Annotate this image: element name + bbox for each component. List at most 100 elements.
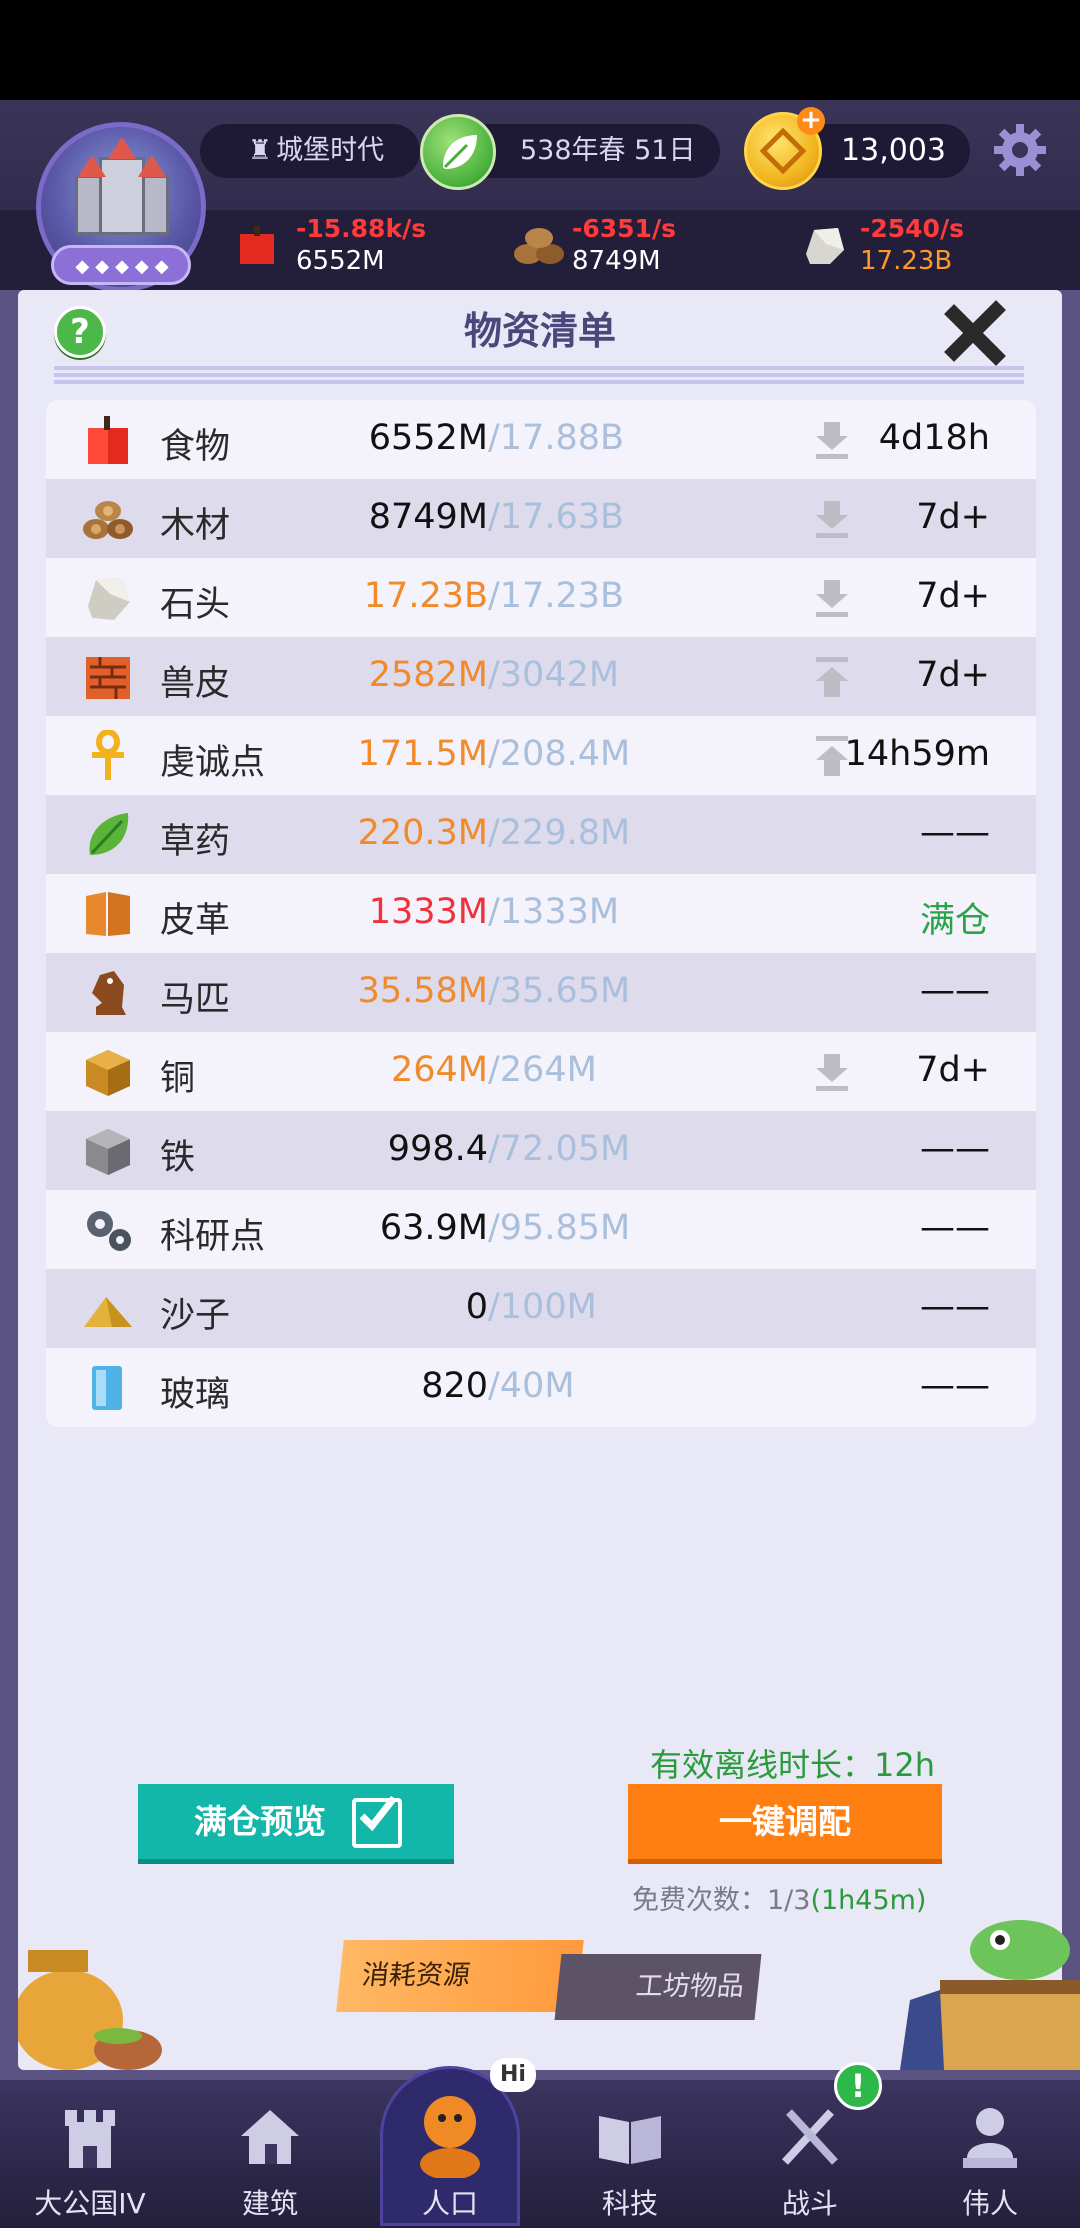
resource-amount: 998.4 [387, 1129, 488, 1169]
nav-label-buildings: 建筑 [241, 2187, 298, 2220]
resource-row[interactable]: 虔诚点 171.5M/208.4M 14h59m [46, 716, 1036, 795]
resource-amount: 17.23B [363, 576, 488, 616]
horse-knight-icon [92, 971, 126, 1015]
resource-time-remaining: 7d+ [916, 497, 990, 537]
nav-label-battle: 战斗 [781, 2187, 838, 2220]
resource-amount: 220.3M [357, 813, 488, 853]
inventory-panel-body: 物资清单 ? 食物 6552M/17.88B 4d18h 木材 8749M/17.63B… [18, 290, 1080, 2070]
gold-coin-icon[interactable]: + [744, 107, 825, 190]
nav-duchy[interactable]: 大公国IV [0, 2080, 180, 2228]
apple-icon [88, 416, 128, 464]
tab-workshop-items[interactable]: 工坊物品 [554, 1954, 762, 2020]
resource-capacity: /72.05M [488, 1129, 631, 1169]
nav-label-duchy: 大公国IV [34, 2187, 146, 2220]
resource-row[interactable]: 铁 998.4/72.05M —— [46, 1111, 1036, 1190]
resource-capacity: /264M [488, 1050, 597, 1090]
nav-buildings[interactable]: 建筑 [180, 2080, 360, 2228]
resource-time-remaining: 满仓 [919, 901, 990, 941]
person-mascot-icon [420, 2096, 480, 2178]
resource-name: 木材 [160, 506, 231, 546]
resource-time-remaining: 4d18h [878, 418, 990, 458]
stone-rate: -2540/s [860, 214, 964, 243]
nav-label-population: 人口 [421, 2187, 478, 2220]
era-label: ♜ 城堡时代 [200, 124, 420, 178]
checkbox-icon[interactable] [352, 1795, 402, 1848]
title-divider [54, 366, 1024, 384]
resource-row[interactable]: 石头 17.23B/17.23B 7d+ [46, 558, 1036, 637]
panel-title: 物资清单 [463, 309, 616, 353]
wood-rate-item[interactable]: -6351/s 8749M [512, 214, 712, 294]
resource-amount: 1333M [368, 892, 488, 932]
resource-time-remaining: —— [920, 813, 990, 853]
resource-amount: 264M [390, 1050, 488, 1090]
resource-name: 石头 [160, 585, 231, 625]
resource-row[interactable]: 兽皮 2582M/3042M 7d+ [46, 637, 1036, 716]
bottom-nav: 大公国IV 建筑 人口 Hi 科技 战斗 ! 伟人 [0, 2058, 1080, 2228]
resource-name: 草药 [160, 822, 231, 862]
resource-capacity: /40M [488, 1366, 575, 1406]
stone-icon [88, 578, 130, 620]
leaf-icon[interactable] [420, 114, 496, 190]
arrow-down-icon [816, 422, 848, 459]
apple-icon [240, 226, 274, 264]
help-button[interactable]: ? [54, 306, 106, 358]
resource-row[interactable]: 食物 6552M/17.88B 4d18h [46, 400, 1036, 479]
nav-great-people[interactable]: 伟人 [900, 2080, 1080, 2228]
arrow-down-icon [816, 501, 848, 538]
resource-amount: 63.9M [379, 1208, 488, 1248]
resource-row[interactable]: 木材 8749M/17.63B 7d+ [46, 479, 1036, 558]
house-icon [241, 2110, 299, 2164]
wood-logs-icon [514, 228, 564, 264]
inventory-panel: 物资清单 ? 食物 6552M/17.88B 4d18h 木材 8749M/17.63B… [0, 290, 1080, 2080]
full-preview-button[interactable]: 满仓预览 [138, 1784, 454, 1864]
resource-time-remaining: —— [920, 971, 990, 1011]
castle-avatar[interactable]: ◆◆◆◆◆ [36, 122, 206, 292]
tower-icon [65, 2110, 115, 2168]
bust-statue-icon [963, 2108, 1017, 2168]
resource-row[interactable]: 皮革 1333M/1333M 满仓 [46, 874, 1036, 953]
resource-row[interactable]: 草药 220.3M/229.8M —— [46, 795, 1036, 874]
resource-row[interactable]: 铜 264M/264M 7d+ [46, 1032, 1036, 1111]
nav-technology[interactable]: 科技 [540, 2080, 720, 2228]
resource-amount: 171.5M [357, 734, 488, 774]
add-gold-icon[interactable]: + [797, 107, 825, 135]
stone-rate-item[interactable]: -2540/s 17.23B [800, 214, 1000, 294]
resource-time-remaining: —— [920, 1208, 990, 1248]
nav-population[interactable]: 人口 [360, 2080, 540, 2228]
resource-row[interactable]: 马匹 35.58M/35.65M —— [46, 953, 1036, 1032]
app-root: ◆◆◆◆◆ ♜ 城堡时代 538年春 51日 13,003 + -15.88k/… [0, 0, 1080, 2228]
resource-row[interactable]: 沙子 0/100M —— [46, 1269, 1036, 1348]
tab-consumables[interactable]: 消耗资源 [336, 1940, 584, 2012]
full-preview-label: 满仓预览 [194, 1802, 326, 1841]
resource-name: 科研点 [160, 1217, 266, 1257]
resource-capacity: /1333M [488, 892, 620, 932]
resource-name: 沙子 [160, 1296, 231, 1336]
stone-icon [806, 228, 844, 264]
resource-row[interactable]: 玻璃 820/40M —— [46, 1348, 1036, 1427]
wood-rate: -6351/s [572, 214, 676, 243]
close-icon[interactable] [944, 300, 1010, 366]
resource-name: 皮革 [160, 901, 231, 941]
resource-capacity: /229.8M [488, 813, 631, 853]
castle-glyph-icon: ♜ [247, 135, 273, 166]
glass-pane-icon [92, 1366, 122, 1410]
arrow-down-icon [816, 580, 848, 617]
top-header: ◆◆◆◆◆ ♜ 城堡时代 538年春 51日 13,003 + -15.88k/… [0, 100, 1080, 300]
gears-icon [87, 1211, 131, 1251]
one-key-assign-button[interactable]: 一键调配 [628, 1784, 942, 1864]
resource-time-remaining: —— [920, 1287, 990, 1327]
food-rate-item[interactable]: -15.88k/s 6552M [236, 214, 436, 294]
resource-list: 食物 6552M/17.88B 4d18h 木材 8749M/17.63B 7d+ 石头 17… [46, 400, 1036, 1427]
offline-duration-label: 有效离线时长：12h [650, 1746, 936, 1784]
resource-capacity: /35.65M [488, 971, 631, 1011]
sand-pile-icon [84, 1297, 132, 1327]
resource-row[interactable]: 科研点 63.9M/95.85M —— [46, 1190, 1036, 1269]
settings-gear-icon[interactable] [992, 122, 1048, 178]
stone-amount: 17.23B [860, 246, 953, 276]
hi-badge: Hi [490, 2058, 536, 2092]
herb-leaf-icon [89, 813, 129, 855]
nav-label-technology: 科技 [601, 2187, 658, 2220]
food-rate: -15.88k/s [296, 214, 427, 243]
castle-banner: ◆◆◆◆◆ [51, 245, 191, 285]
nav-label-great-people: 伟人 [961, 2187, 1018, 2220]
